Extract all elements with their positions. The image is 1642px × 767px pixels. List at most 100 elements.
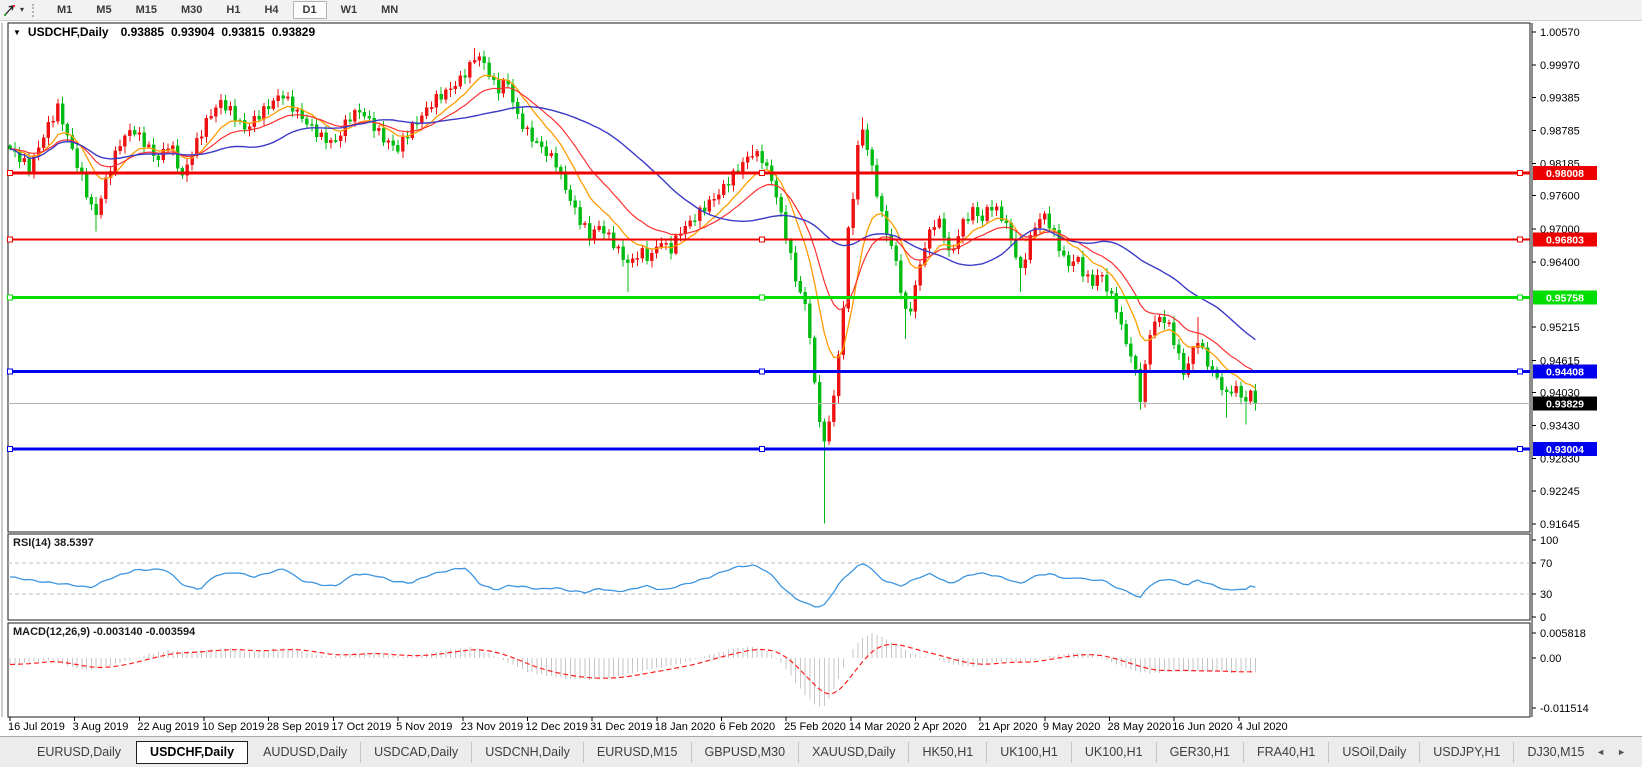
svg-text:0.91645: 0.91645 <box>1540 519 1580 531</box>
level-drag-handle[interactable] <box>760 295 765 300</box>
tabs-scroll-left-icon[interactable]: ◄ <box>1596 747 1605 757</box>
svg-text:0.99385: 0.99385 <box>1540 92 1580 104</box>
svg-text:31 Dec 2019: 31 Dec 2019 <box>590 721 652 733</box>
svg-text:0.94408: 0.94408 <box>1546 367 1584 379</box>
tabs-scroll-right-icon[interactable]: ► <box>1617 747 1626 757</box>
macd-label: MACD(12,26,9) -0.003140 -0.003594 <box>13 626 195 638</box>
svg-text:-0.011514: -0.011514 <box>1540 703 1589 715</box>
cursor-tool-button[interactable]: ▾ <box>0 1 29 19</box>
svg-text:0.93004: 0.93004 <box>1546 444 1584 456</box>
svg-text:9 May 2020: 9 May 2020 <box>1043 721 1100 733</box>
svg-text:30: 30 <box>1540 589 1552 601</box>
level-drag-handle[interactable] <box>760 447 765 452</box>
svg-text:0.93430: 0.93430 <box>1540 421 1580 433</box>
level-price-chip-0.96803: 0.96803 <box>1533 233 1597 247</box>
symbol-tab-usdjpy[interactable]: USDJPY,H1 <box>1419 742 1513 763</box>
svg-text:6 Feb 2020: 6 Feb 2020 <box>719 721 775 733</box>
symbol-tab-gbpusd[interactable]: GBPUSD,M30 <box>691 742 799 763</box>
svg-text:25 Feb 2020: 25 Feb 2020 <box>784 721 846 733</box>
symbol-tab-hk50[interactable]: HK50,H1 <box>908 742 986 763</box>
symbol-tab-usoil[interactable]: USOil,Daily <box>1328 742 1419 763</box>
symbol-tab-usdcad[interactable]: USDCAD,Daily <box>360 742 471 763</box>
symbol-tab-fra40[interactable]: FRA40,H1 <box>1243 742 1328 763</box>
svg-text:1.00570: 1.00570 <box>1540 27 1580 39</box>
svg-text:28 May 2020: 28 May 2020 <box>1108 721 1172 733</box>
level-drag-handle[interactable] <box>1518 295 1523 300</box>
symbol-tab-eurusd[interactable]: EURUSD,M15 <box>583 742 691 763</box>
symbol-tab-xauusd[interactable]: XAUUSD,Daily <box>798 742 908 763</box>
level-drag-handle[interactable] <box>1518 237 1523 242</box>
rsi-label: RSI(14) 38.5397 <box>13 537 94 549</box>
level-drag-handle[interactable] <box>1518 171 1523 176</box>
timeframe-button-h1[interactable]: H1 <box>216 1 250 19</box>
symbol-tab-uk100[interactable]: UK100,H1 <box>1071 742 1156 763</box>
svg-text:0.005818: 0.005818 <box>1540 628 1586 640</box>
timeframe-buttons: M1M5 M15M30H1H4 D1W1MN <box>45 1 410 19</box>
timeframe-button-m1[interactable]: M1 <box>47 1 82 19</box>
pane-frames <box>2 23 1532 717</box>
svg-text:3 Aug 2019: 3 Aug 2019 <box>73 721 129 733</box>
timeframe-button-m15[interactable]: M15 <box>126 1 167 19</box>
svg-text:12 Dec 2019: 12 Dec 2019 <box>525 721 587 733</box>
timeframe-button-h4[interactable]: H4 <box>254 1 288 19</box>
symbol-tab-audusd[interactable]: AUDUSD,Daily <box>250 742 360 763</box>
svg-text:23 Nov 2019: 23 Nov 2019 <box>461 721 523 733</box>
level-drag-handle[interactable] <box>8 447 13 452</box>
date-axis: 16 Jul 2019 3 Aug 2019 22 Aug 201910 Sep 2… <box>8 717 1288 733</box>
symbol-tab-usdchf-active[interactable]: USDCHF,Daily <box>136 741 248 764</box>
svg-text:0.93829: 0.93829 <box>1546 399 1584 411</box>
svg-text:5 Nov 2019: 5 Nov 2019 <box>396 721 452 733</box>
timeframe-button-m30[interactable]: M30 <box>171 1 212 19</box>
level-price-chip-0.93004: 0.93004 <box>1533 442 1597 456</box>
level-drag-handle[interactable] <box>760 171 765 176</box>
level-drag-handle[interactable] <box>1518 447 1523 452</box>
svg-text:21 Apr 2020: 21 Apr 2020 <box>978 721 1037 733</box>
svg-text:22 Aug 2019: 22 Aug 2019 <box>137 721 199 733</box>
collapse-arrow-icon[interactable]: ▼ <box>13 28 21 37</box>
symbol-tab-uk100[interactable]: UK100,H1 <box>986 742 1071 763</box>
svg-text:4 Jul 2020: 4 Jul 2020 <box>1237 721 1288 733</box>
level-drag-handle[interactable] <box>8 369 13 374</box>
ohlc-close: 0.93829 <box>272 25 315 39</box>
current-price-chip: 0.93829 <box>1533 397 1597 411</box>
timeframe-button-m5[interactable]: M5 <box>86 1 121 19</box>
symbol-tab-dj30[interactable]: DJ30,M15 <box>1513 742 1596 763</box>
timeframe-button-d1[interactable]: D1 <box>293 1 327 19</box>
svg-text:16 Jul 2019: 16 Jul 2019 <box>8 721 65 733</box>
mt4-window: { "toolbar": { "caret": "▾", "timeframes… <box>0 0 1642 766</box>
level-drag-handle[interactable] <box>8 171 13 176</box>
svg-text:28 Sep 2019: 28 Sep 2019 <box>267 721 329 733</box>
rsi-axis: 10070300 <box>1532 535 1558 624</box>
chart-window[interactable]: 1.005700.999700.993850.987850.981850.976… <box>0 20 1642 736</box>
svg-text:0.98785: 0.98785 <box>1540 125 1580 137</box>
svg-text:18 Jan 2020: 18 Jan 2020 <box>655 721 716 733</box>
svg-text:0.92245: 0.92245 <box>1540 486 1580 498</box>
chart-symbol-label: USDCHF,Daily <box>28 25 109 39</box>
ohlc-high: 0.93904 <box>171 25 214 39</box>
svg-text:0.95215: 0.95215 <box>1540 322 1580 334</box>
top-toolbar: ▾ M1M5 M15M30H1H4 D1W1MN <box>0 0 1642 21</box>
dropdown-caret-icon[interactable]: ▾ <box>20 6 24 14</box>
level-drag-handle[interactable] <box>1518 369 1523 374</box>
svg-text:0.97600: 0.97600 <box>1540 191 1580 203</box>
svg-text:17 Oct 2019: 17 Oct 2019 <box>331 721 391 733</box>
symbol-tab-usdcnh[interactable]: USDCNH,Daily <box>471 742 583 763</box>
level-drag-handle[interactable] <box>760 237 765 242</box>
macd-axis: 0.0058180.00-0.011514 <box>1532 628 1589 715</box>
level-drag-handle[interactable] <box>8 295 13 300</box>
level-drag-handle[interactable] <box>760 369 765 374</box>
symbol-tab-ger30[interactable]: GER30,H1 <box>1156 742 1243 763</box>
svg-text:0.95758: 0.95758 <box>1546 292 1584 304</box>
timeframe-button-mn[interactable]: MN <box>371 1 408 19</box>
timeframe-button-w1[interactable]: W1 <box>331 1 368 19</box>
svg-text:10 Sep 2019: 10 Sep 2019 <box>202 721 264 733</box>
symbol-tab-eurusd[interactable]: EURUSD,Daily <box>24 742 134 763</box>
svg-text:70: 70 <box>1540 558 1552 570</box>
ohlc-low: 0.93815 <box>221 25 264 39</box>
level-price-chip-0.98008: 0.98008 <box>1533 166 1597 180</box>
chart-tabs: EURUSD,DailyUSDCHF,DailyAUDUSD,DailyUSDC… <box>0 741 1596 764</box>
svg-text:0.98008: 0.98008 <box>1546 168 1584 180</box>
price-chart-canvas[interactable]: 1.005700.999700.993850.987850.981850.976… <box>0 20 1642 736</box>
level-drag-handle[interactable] <box>8 237 13 242</box>
svg-text:16 Jun 2020: 16 Jun 2020 <box>1172 721 1233 733</box>
